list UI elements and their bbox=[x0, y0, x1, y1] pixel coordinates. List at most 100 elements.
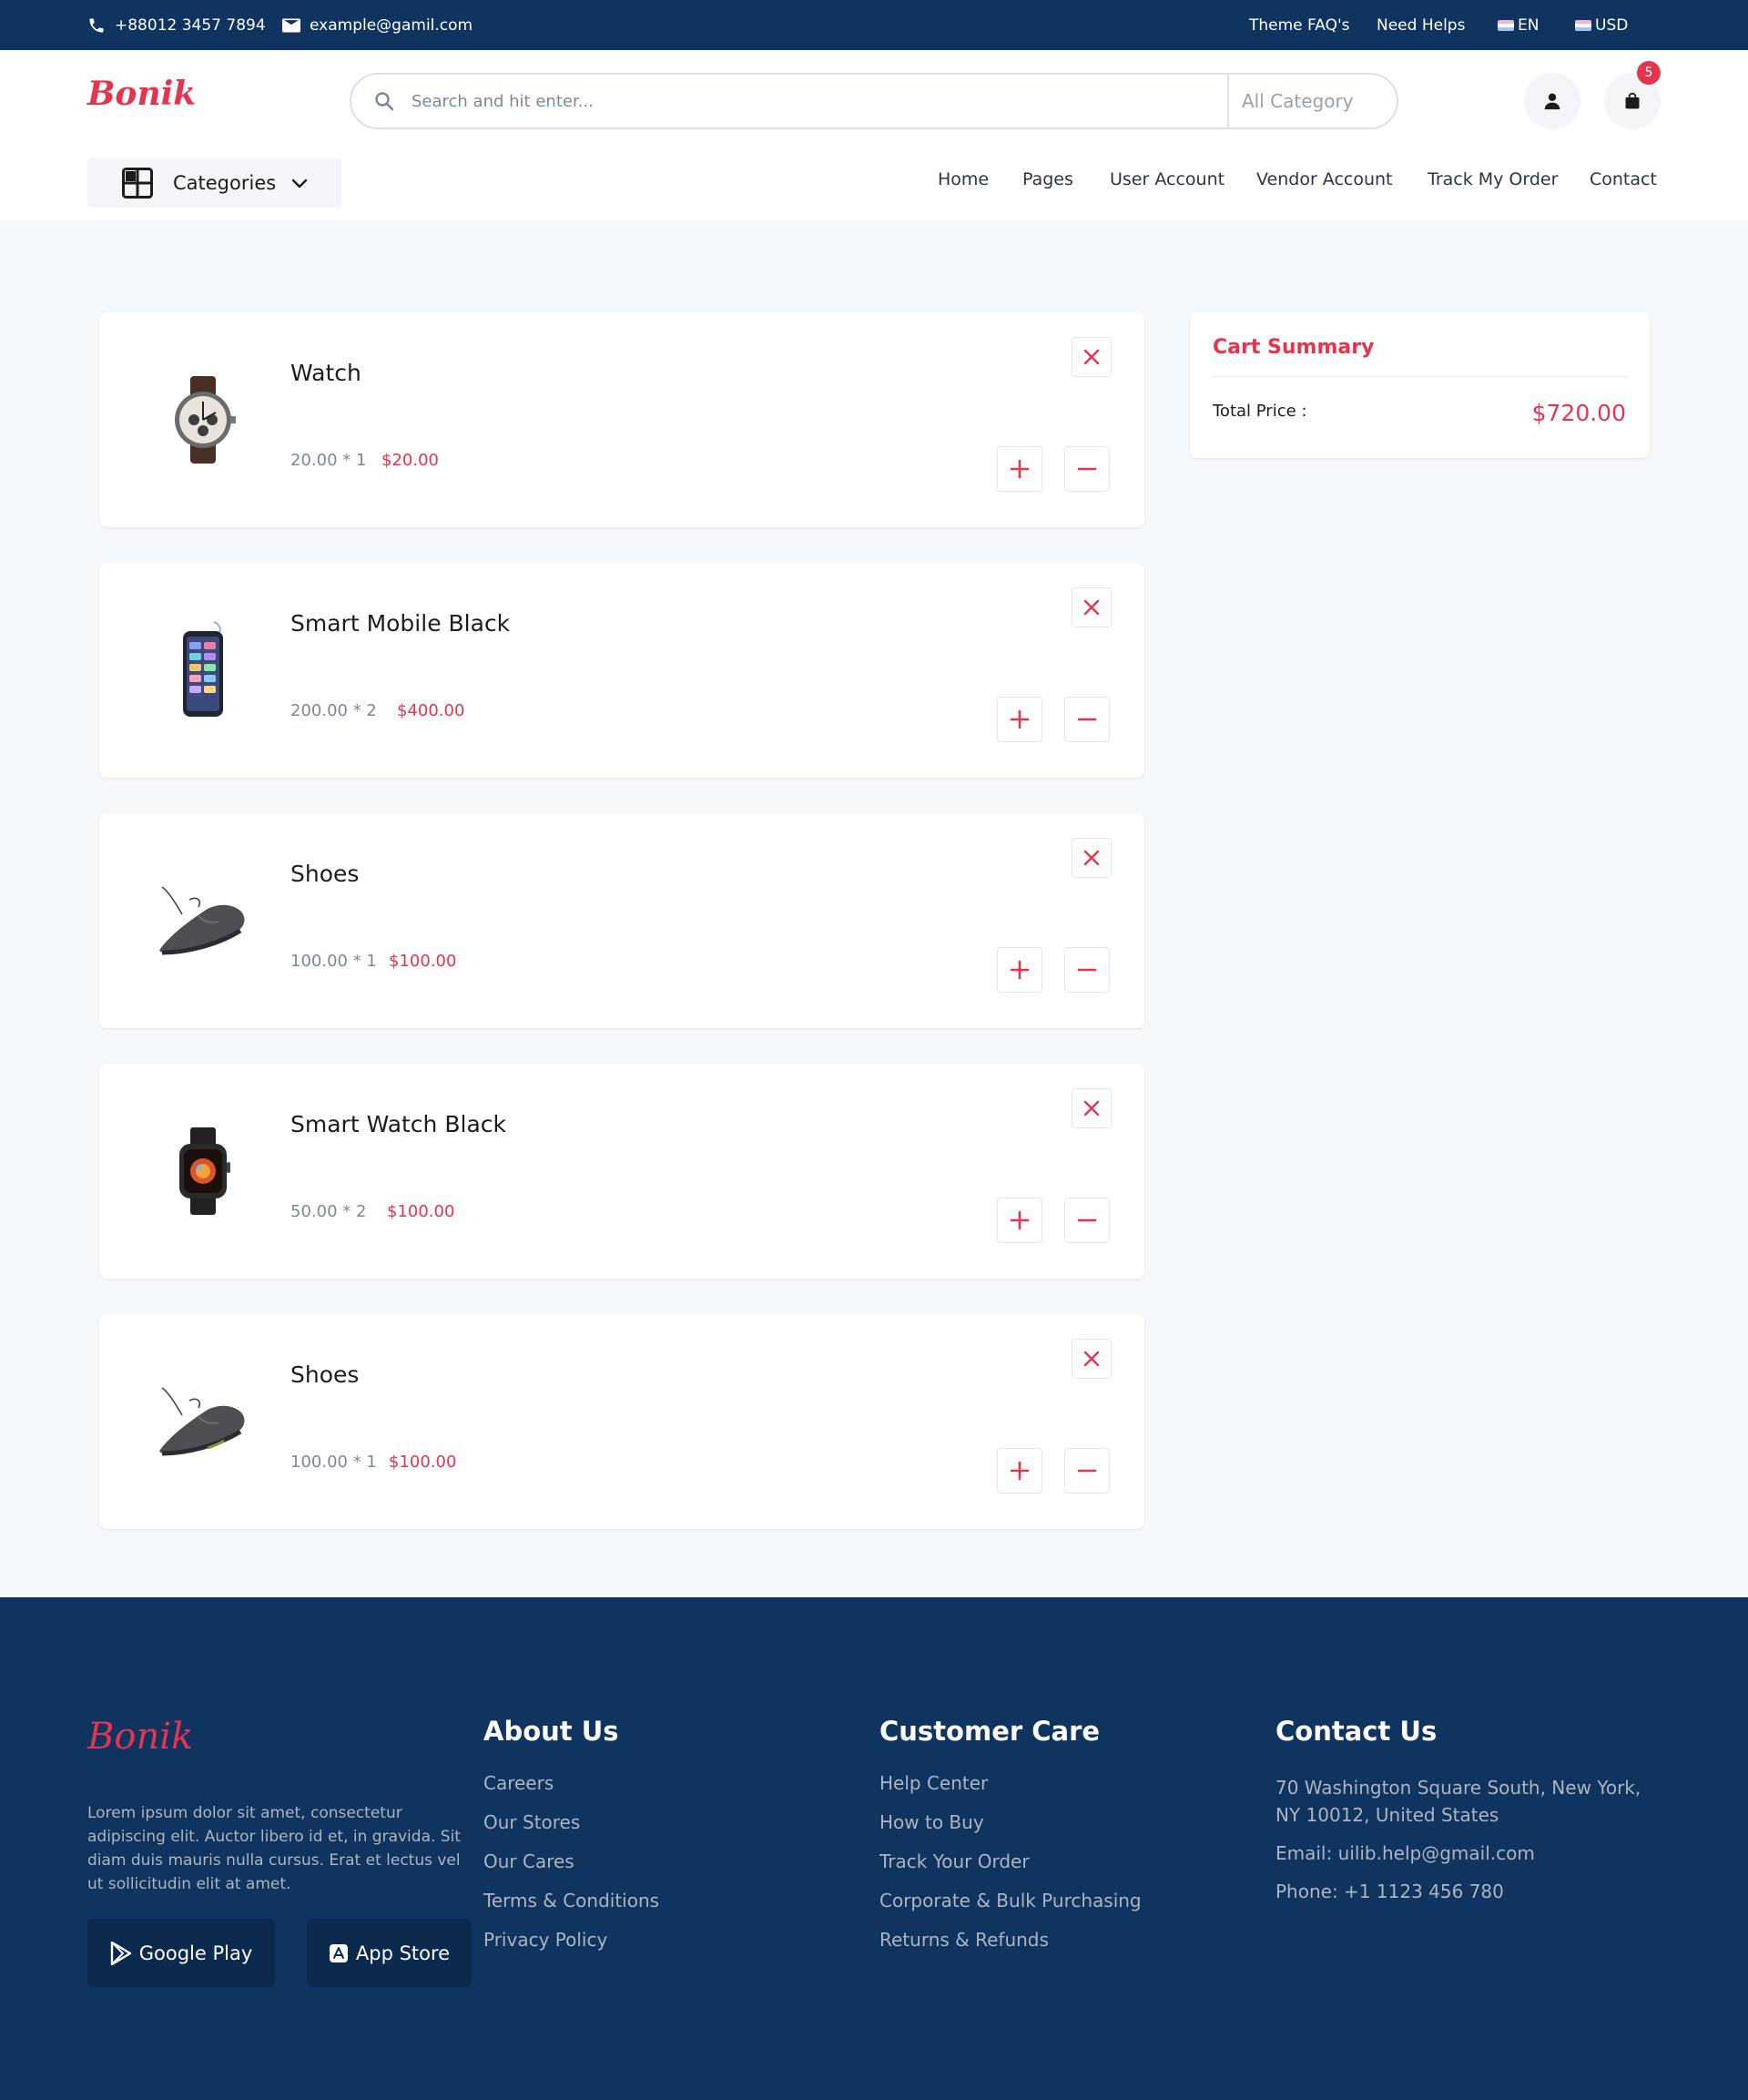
footer-contact-column: Contact Us 70 Washington Square South, N… bbox=[1275, 1716, 1658, 1916]
plus-icon bbox=[1010, 1210, 1030, 1230]
line-total: $400.00 bbox=[397, 701, 465, 720]
decrease-quantity-button[interactable] bbox=[1064, 947, 1110, 993]
footer-care-title: Customer Care bbox=[879, 1716, 1101, 1747]
footer-description: Lorem ipsum dolor sit amet, consectetur … bbox=[87, 1804, 461, 1893]
cart-item: Smart Watch Black 50.00 * 2 $100.00 bbox=[99, 1064, 1144, 1279]
decrease-quantity-button[interactable] bbox=[1064, 1448, 1110, 1493]
flag-icon bbox=[1498, 19, 1514, 31]
increase-quantity-button[interactable] bbox=[997, 446, 1042, 492]
plus-icon bbox=[1010, 960, 1030, 980]
nav-item-track-my-order[interactable]: Track My Order bbox=[1428, 169, 1558, 189]
email-address: example@gamil.com bbox=[310, 15, 473, 35]
decrease-quantity-button[interactable] bbox=[1064, 697, 1110, 742]
cart-count-badge: 5 bbox=[1637, 61, 1661, 85]
currency-selector[interactable]: USD bbox=[1575, 0, 1628, 50]
need-helps-label: Need Helps bbox=[1377, 15, 1466, 35]
shoes-image bbox=[150, 1369, 256, 1474]
cart-item: Shoes 100.00 * 1 $100.00 bbox=[99, 813, 1144, 1028]
email-contact[interactable]: example@gamil.com bbox=[282, 0, 473, 50]
nav-item-home[interactable]: Home bbox=[938, 169, 989, 189]
footer-link-how-to-buy[interactable]: How to Buy bbox=[879, 1813, 1142, 1831]
cart-item: Watch 20.00 * 1 $20.00 bbox=[99, 312, 1144, 527]
decrease-quantity-button[interactable] bbox=[1064, 1198, 1110, 1243]
theme-faq-link[interactable]: Theme FAQ's bbox=[1249, 0, 1350, 50]
footer-link-terms[interactable]: Terms & Conditions bbox=[483, 1891, 659, 1910]
increase-quantity-button[interactable] bbox=[997, 697, 1042, 742]
footer-care-column: Customer Care Help Center How to Buy Tra… bbox=[879, 1716, 1142, 1970]
remove-item-button[interactable] bbox=[1072, 1088, 1112, 1128]
remove-item-button[interactable] bbox=[1072, 838, 1112, 878]
phone-icon bbox=[89, 18, 104, 32]
remove-item-button[interactable] bbox=[1072, 337, 1112, 377]
site-logo[interactable]: Bonik bbox=[87, 75, 196, 113]
phone-contact[interactable]: +88012 3457 7894 bbox=[87, 0, 266, 50]
footer-link-returns[interactable]: Returns & Refunds bbox=[879, 1931, 1142, 1949]
need-helps-link[interactable]: Need Helps bbox=[1377, 0, 1465, 50]
google-play-button[interactable]: Google Play bbox=[87, 1919, 275, 1987]
unit-price-quantity: 100.00 * 1 bbox=[290, 952, 377, 971]
user-icon bbox=[1544, 93, 1560, 110]
app-store-label: App Store bbox=[355, 1942, 451, 1964]
footer-link-our-stores[interactable]: Our Stores bbox=[483, 1813, 659, 1831]
cart-item: Shoes 100.00 * 1 $100.00 bbox=[99, 1314, 1144, 1529]
footer-link-our-cares[interactable]: Our Cares bbox=[483, 1852, 659, 1871]
footer-link-bulk-purchasing[interactable]: Corporate & Bulk Purchasing bbox=[879, 1891, 1142, 1910]
app-store-button[interactable]: App Store bbox=[307, 1919, 472, 1987]
unit-price-quantity: 20.00 * 1 bbox=[290, 451, 367, 470]
footer-logo[interactable]: Bonik bbox=[87, 1716, 193, 1758]
nav-item-pages[interactable]: Pages bbox=[1022, 169, 1073, 189]
close-icon bbox=[1083, 1351, 1100, 1367]
minus-icon bbox=[1077, 1218, 1097, 1222]
minus-icon bbox=[1077, 968, 1097, 972]
main-nav: Home Pages User Account Vendor Account T… bbox=[0, 169, 1748, 197]
nav-item-contact[interactable]: Contact bbox=[1590, 169, 1657, 189]
minus-icon bbox=[1077, 467, 1097, 471]
nav-item-vendor-account[interactable]: Vendor Account bbox=[1256, 169, 1393, 189]
unit-price-quantity: 200.00 * 2 bbox=[290, 701, 377, 720]
smartwatch-image bbox=[150, 1118, 256, 1224]
footer-link-help-center[interactable]: Help Center bbox=[879, 1774, 1142, 1792]
search-input[interactable] bbox=[412, 91, 1227, 111]
footer-link-privacy[interactable]: Privacy Policy bbox=[483, 1931, 659, 1949]
remove-item-button[interactable] bbox=[1072, 1339, 1112, 1379]
plus-icon bbox=[1010, 1461, 1030, 1481]
app-store-icon bbox=[329, 1943, 348, 1962]
mobile-image bbox=[150, 617, 256, 723]
nav-item-user-account[interactable]: User Account bbox=[1110, 169, 1225, 189]
close-icon bbox=[1083, 599, 1100, 616]
product-name[interactable]: Watch bbox=[290, 360, 361, 386]
language-selector[interactable]: EN bbox=[1498, 0, 1539, 50]
flag-icon bbox=[1575, 19, 1591, 31]
unit-price-quantity: 50.00 * 2 bbox=[290, 1202, 367, 1221]
footer-link-track-order[interactable]: Track Your Order bbox=[879, 1852, 1142, 1871]
account-button[interactable] bbox=[1524, 73, 1580, 129]
product-name[interactable]: Smart Mobile Black bbox=[290, 610, 510, 637]
footer-email[interactable]: Email: uilib.help@gmail.com bbox=[1275, 1840, 1658, 1867]
product-name[interactable]: Shoes bbox=[290, 1361, 359, 1388]
footer-about-column: About Us Careers Our Stores Our Cares Te… bbox=[483, 1716, 659, 1970]
search-icon[interactable] bbox=[373, 90, 395, 112]
remove-item-button[interactable] bbox=[1072, 587, 1112, 627]
product-name[interactable]: Smart Watch Black bbox=[290, 1111, 506, 1137]
decrease-quantity-button[interactable] bbox=[1064, 446, 1110, 492]
footer-address: 70 Washington Square South, New York, NY… bbox=[1275, 1777, 1641, 1826]
unit-price-quantity: 100.00 * 1 bbox=[290, 1453, 377, 1472]
increase-quantity-button[interactable] bbox=[997, 1198, 1042, 1243]
divider bbox=[1213, 376, 1627, 377]
close-icon bbox=[1083, 1100, 1100, 1116]
footer-phone[interactable]: Phone: +1 1123 456 780 bbox=[1275, 1878, 1658, 1905]
google-play-icon bbox=[110, 1941, 131, 1965]
plus-icon bbox=[1010, 459, 1030, 479]
close-icon bbox=[1083, 850, 1100, 866]
footer-about-title: About Us bbox=[483, 1716, 619, 1747]
category-select[interactable]: All Category bbox=[1227, 75, 1397, 127]
search-bar: All Category bbox=[350, 73, 1398, 129]
header: Bonik All Category 5 Categories Home Pag… bbox=[0, 50, 1748, 220]
currency-label: USD bbox=[1595, 15, 1629, 35]
shopping-bag-icon bbox=[1625, 92, 1640, 109]
product-name[interactable]: Shoes bbox=[290, 861, 359, 887]
footer-link-careers[interactable]: Careers bbox=[483, 1774, 659, 1792]
cart-item: Smart Mobile Black 200.00 * 2 $400.00 bbox=[99, 563, 1144, 778]
increase-quantity-button[interactable] bbox=[997, 1448, 1042, 1493]
increase-quantity-button[interactable] bbox=[997, 947, 1042, 993]
